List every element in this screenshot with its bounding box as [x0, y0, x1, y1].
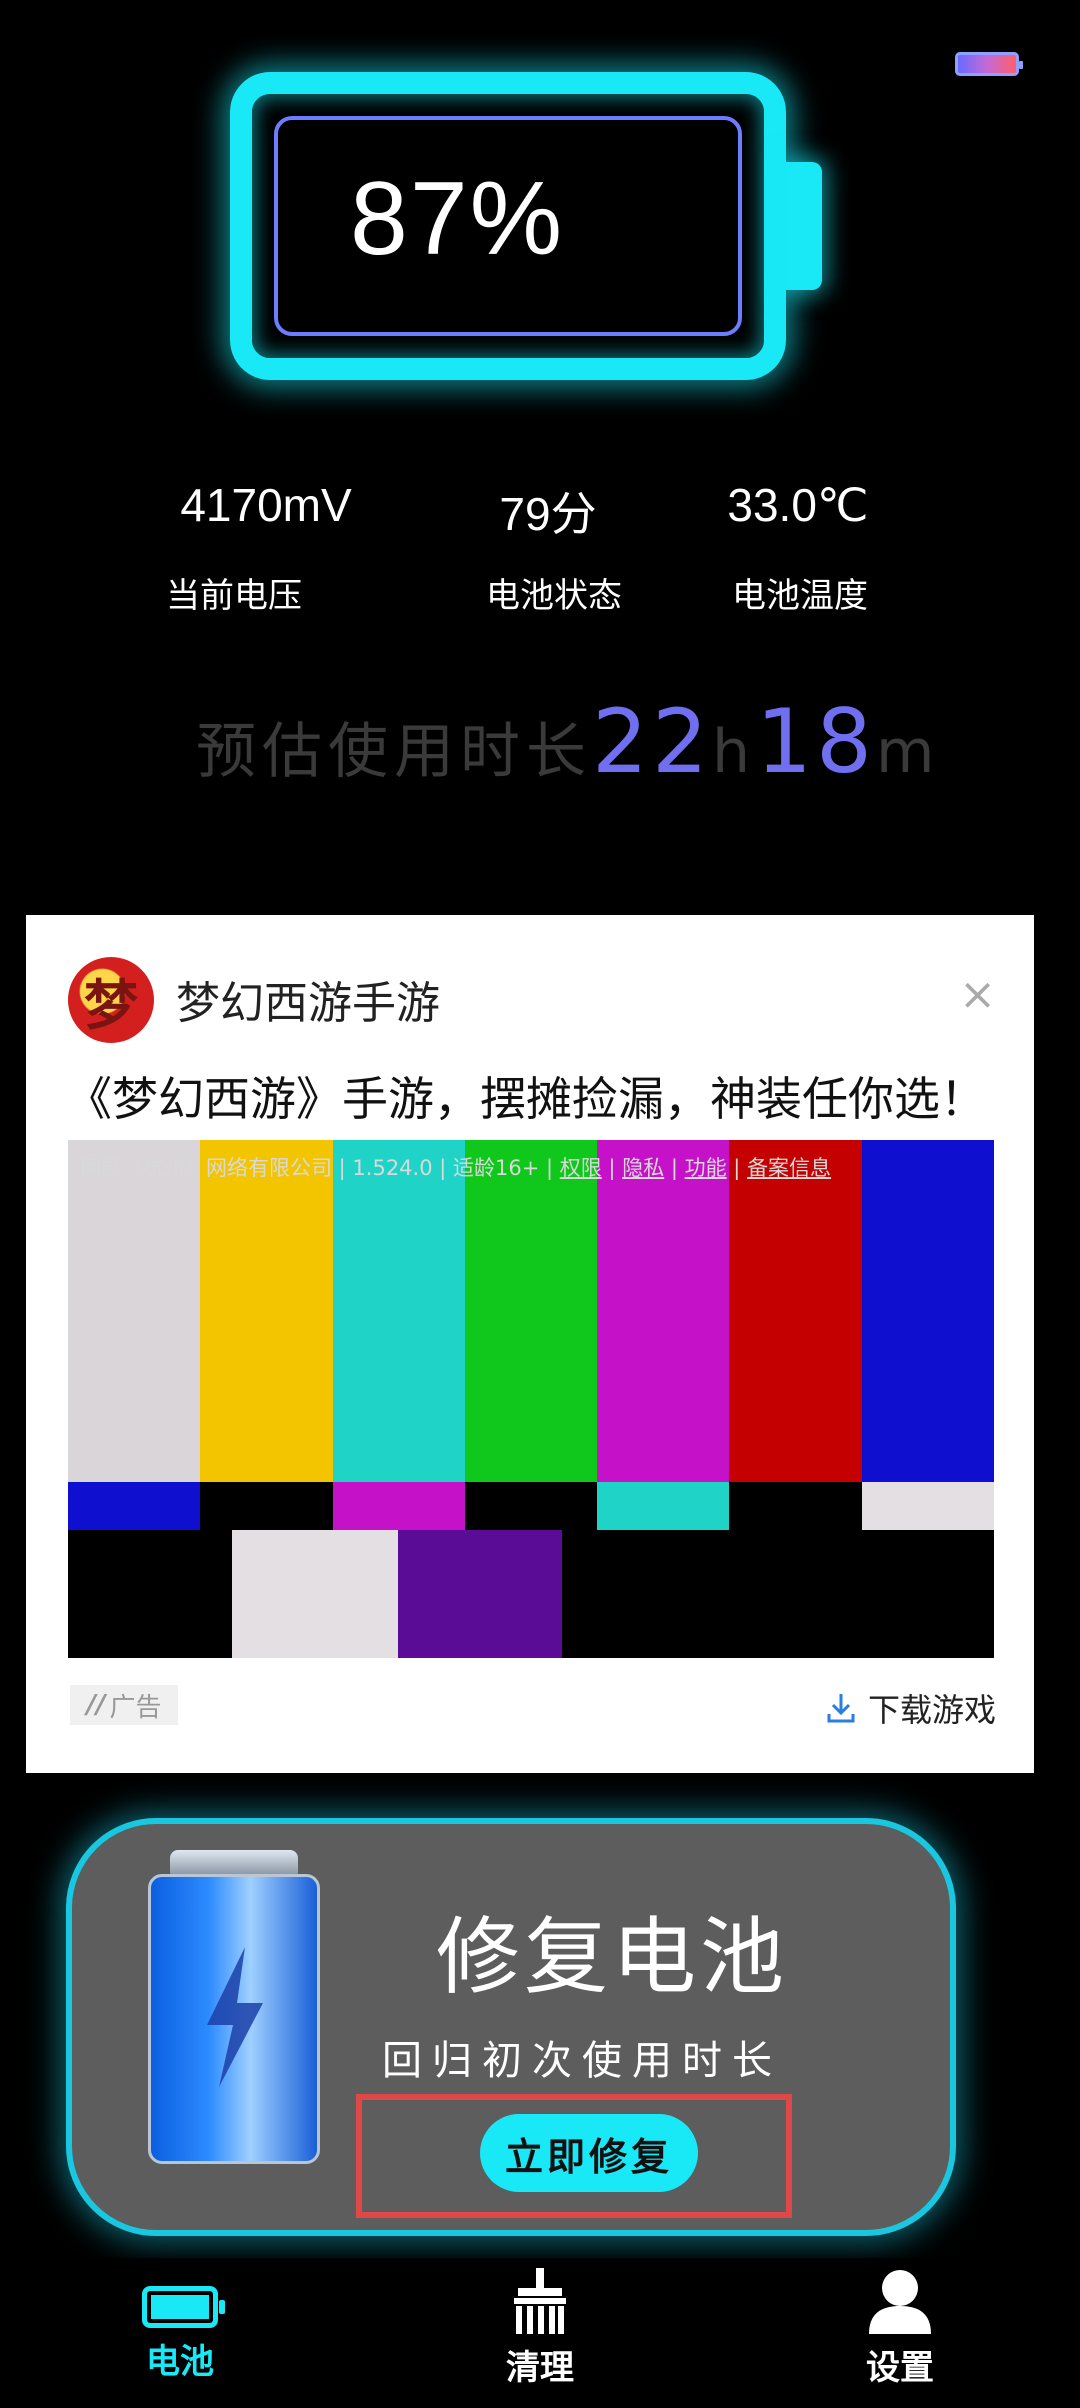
battery-score-value: 79分	[499, 488, 597, 540]
ad-app-logo: 梦	[68, 957, 154, 1043]
nav-item-battery[interactable]: 电池	[80, 2268, 280, 2383]
nav-item-settings[interactable]: 设置	[800, 2268, 1000, 2389]
ad-app-name: 梦幻西游手游	[176, 978, 440, 1029]
repair-title: 修复电池	[436, 1908, 789, 2006]
ad-function-link[interactable]: 功能	[685, 1156, 727, 1180]
nav-settings-label: 设置	[866, 2348, 934, 2388]
repair-now-button[interactable]: 立即修复	[480, 2114, 698, 2192]
ad-meta-info: 网易（杭州）网络有限公司 | 1.524.0 | 适龄16+ | 权限 | 隐私…	[80, 1156, 832, 1180]
battery-icon	[142, 2286, 225, 2328]
voltage-value: 4170mV	[180, 479, 352, 531]
nav-clean-label: 清理	[506, 2348, 574, 2388]
download-label: 下载游戏	[867, 1691, 996, 1729]
download-game-button[interactable]: 下载游戏	[826, 1685, 996, 1731]
close-icon[interactable]: ×	[959, 973, 996, 1017]
color-bars-bottom	[68, 1530, 994, 1658]
ad-card[interactable]: 梦 梦幻西游手游 × 《梦幻西游》手游，摆摊捡漏，神装任你选！ 网易（杭州）网络…	[26, 915, 1034, 1773]
nav-item-clean[interactable]: 清理	[440, 2268, 640, 2389]
ad-badge: //广告	[70, 1685, 178, 1725]
battery-score-label: 电池状态	[486, 576, 622, 616]
repair-subtitle: 回归初次使用时长	[382, 2038, 782, 2084]
ad-description: 《梦幻西游》手游，摆摊捡漏，神装任你选！	[66, 1072, 986, 1126]
color-bars-mid	[68, 1482, 994, 1530]
temperature-value: 33.0℃	[727, 479, 869, 531]
ad-network-logo: //	[86, 1690, 106, 1720]
usage-minutes: 18	[756, 690, 876, 793]
usage-hours: 22	[592, 690, 712, 793]
usage-hours-unit: h	[711, 717, 757, 787]
battery-percent: 87%	[350, 161, 565, 277]
battery-body	[148, 1874, 320, 2164]
nav-battery-label: 电池	[146, 2342, 214, 2382]
ad-privacy-link[interactable]: 隐私	[622, 1156, 664, 1180]
color-bars-top	[68, 1140, 994, 1482]
bottom-nav: 电池 清理 设置	[0, 2258, 1080, 2408]
temperature-label: 电池温度	[732, 576, 868, 616]
mini-battery-icon	[955, 52, 1023, 76]
usage-minutes-unit: m	[876, 717, 941, 787]
user-icon	[867, 2268, 933, 2334]
usage-label: 预估使用时长	[196, 717, 592, 787]
estimated-usage: 预估使用时长22h18m	[196, 690, 940, 793]
ad-image[interactable]: 网易（杭州）网络有限公司 | 1.524.0 | 适龄16+ | 权限 | 隐私…	[68, 1140, 994, 1658]
ad-meta-company: 网易（杭州）网络有限公司 | 1.524.0 | 适龄16+ |	[80, 1156, 560, 1180]
voltage-label: 当前电压	[166, 576, 302, 616]
broom-icon	[510, 2268, 570, 2334]
ad-filing-link[interactable]: 备案信息	[747, 1156, 831, 1180]
download-icon	[826, 1692, 856, 1724]
battery-tip	[786, 162, 822, 290]
ad-permissions-link[interactable]: 权限	[560, 1156, 602, 1180]
ad-badge-label: 广告	[109, 1692, 162, 1723]
battery-3d-icon	[148, 1850, 320, 2168]
